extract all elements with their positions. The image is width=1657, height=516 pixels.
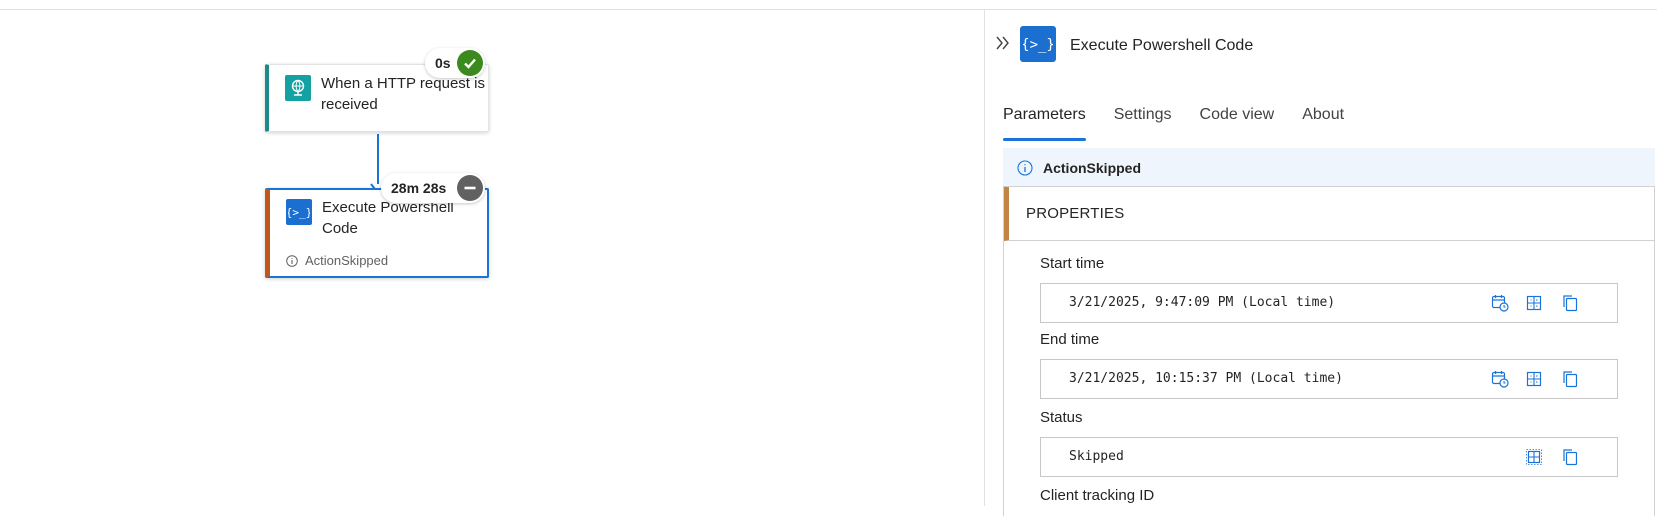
start-time-label: Start time (1040, 255, 1105, 272)
properties-header[interactable]: PROPERTIES (1004, 187, 1654, 241)
calendar-clock-icon[interactable] (1491, 370, 1509, 388)
status-field: Skipped (1040, 437, 1618, 477)
properties-section: PROPERTIES Start time 3/21/2025, 9:47:09… (1003, 186, 1655, 516)
action-title: Execute Powershell Code (322, 199, 454, 237)
tab-about[interactable]: About (1302, 96, 1344, 136)
tab-parameters[interactable]: Parameters (1003, 96, 1086, 141)
end-time-label: End time (1040, 331, 1100, 348)
table-icon[interactable] (1525, 448, 1543, 466)
status-label: Status (1040, 409, 1083, 426)
info-icon (1017, 159, 1033, 176)
properties-header-label: PROPERTIES (1026, 205, 1125, 222)
trigger-run-badge: 0s (425, 48, 485, 78)
client-tracking-id-label: Client tracking ID (1040, 487, 1155, 504)
connector-line (377, 134, 379, 184)
tab-settings[interactable]: Settings (1114, 96, 1172, 136)
end-time-value: 3/21/2025, 10:15:37 PM (Local time) (1069, 371, 1343, 386)
copy-icon[interactable] (1561, 448, 1579, 466)
info-message-text: ActionSkipped (1043, 159, 1142, 176)
panel-title: Execute Powershell Code (1070, 37, 1254, 54)
calendar-clock-icon[interactable] (1491, 294, 1509, 312)
succeeded-check-icon (457, 50, 483, 76)
tab-code-view[interactable]: Code view (1200, 96, 1275, 136)
powershell-code-icon: {>_} (1020, 26, 1056, 62)
skipped-icon (457, 175, 483, 201)
start-time-field: 3/21/2025, 9:47:09 PM (Local time) (1040, 283, 1618, 323)
designer-canvas[interactable]: When a HTTP request is received 0s {>_} … (0, 10, 984, 506)
svg-text:{>_}: {>_} (288, 206, 310, 219)
trigger-title: When a HTTP request is received (321, 75, 485, 113)
copy-icon[interactable] (1561, 370, 1579, 388)
end-time-field: 3/21/2025, 10:15:37 PM (Local time) (1040, 359, 1618, 399)
action-status-text: ActionSkipped (305, 253, 389, 268)
http-request-icon (285, 75, 311, 101)
trigger-duration: 0s (435, 55, 451, 71)
action-run-badge: 28m 28s (381, 173, 485, 203)
info-message-bar: ActionSkipped (1003, 148, 1655, 187)
action-duration: 28m 28s (391, 180, 447, 196)
table-icon[interactable] (1525, 370, 1543, 388)
start-time-value: 3/21/2025, 9:47:09 PM (Local time) (1069, 295, 1336, 310)
details-panel: {>_} Execute Powershell Code Parameters … (984, 10, 1657, 516)
copy-icon[interactable] (1561, 294, 1579, 312)
svg-text:{>_}: {>_} (1023, 37, 1053, 53)
powershell-code-icon: {>_} (286, 199, 312, 225)
status-value: Skipped (1069, 449, 1124, 464)
info-icon (286, 254, 298, 267)
collapse-panel-icon[interactable] (994, 34, 1012, 52)
panel-tabs: Parameters Settings Code view About (1003, 96, 1372, 141)
action-status: ActionSkipped (286, 253, 388, 268)
table-icon[interactable] (1525, 294, 1543, 312)
